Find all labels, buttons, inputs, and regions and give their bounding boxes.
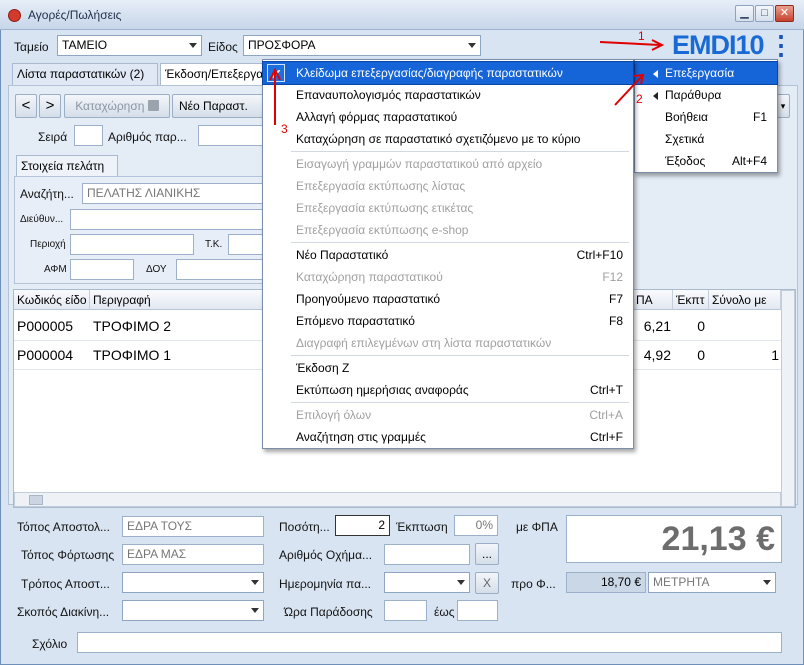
annotation-arrow-1 (599, 41, 661, 46)
annotation-number-2: 2 (636, 92, 643, 106)
annotation-number-1: 1 (638, 29, 645, 43)
annotation-number-3: 3 (281, 122, 288, 136)
annotation-overlay (269, 39, 665, 125)
